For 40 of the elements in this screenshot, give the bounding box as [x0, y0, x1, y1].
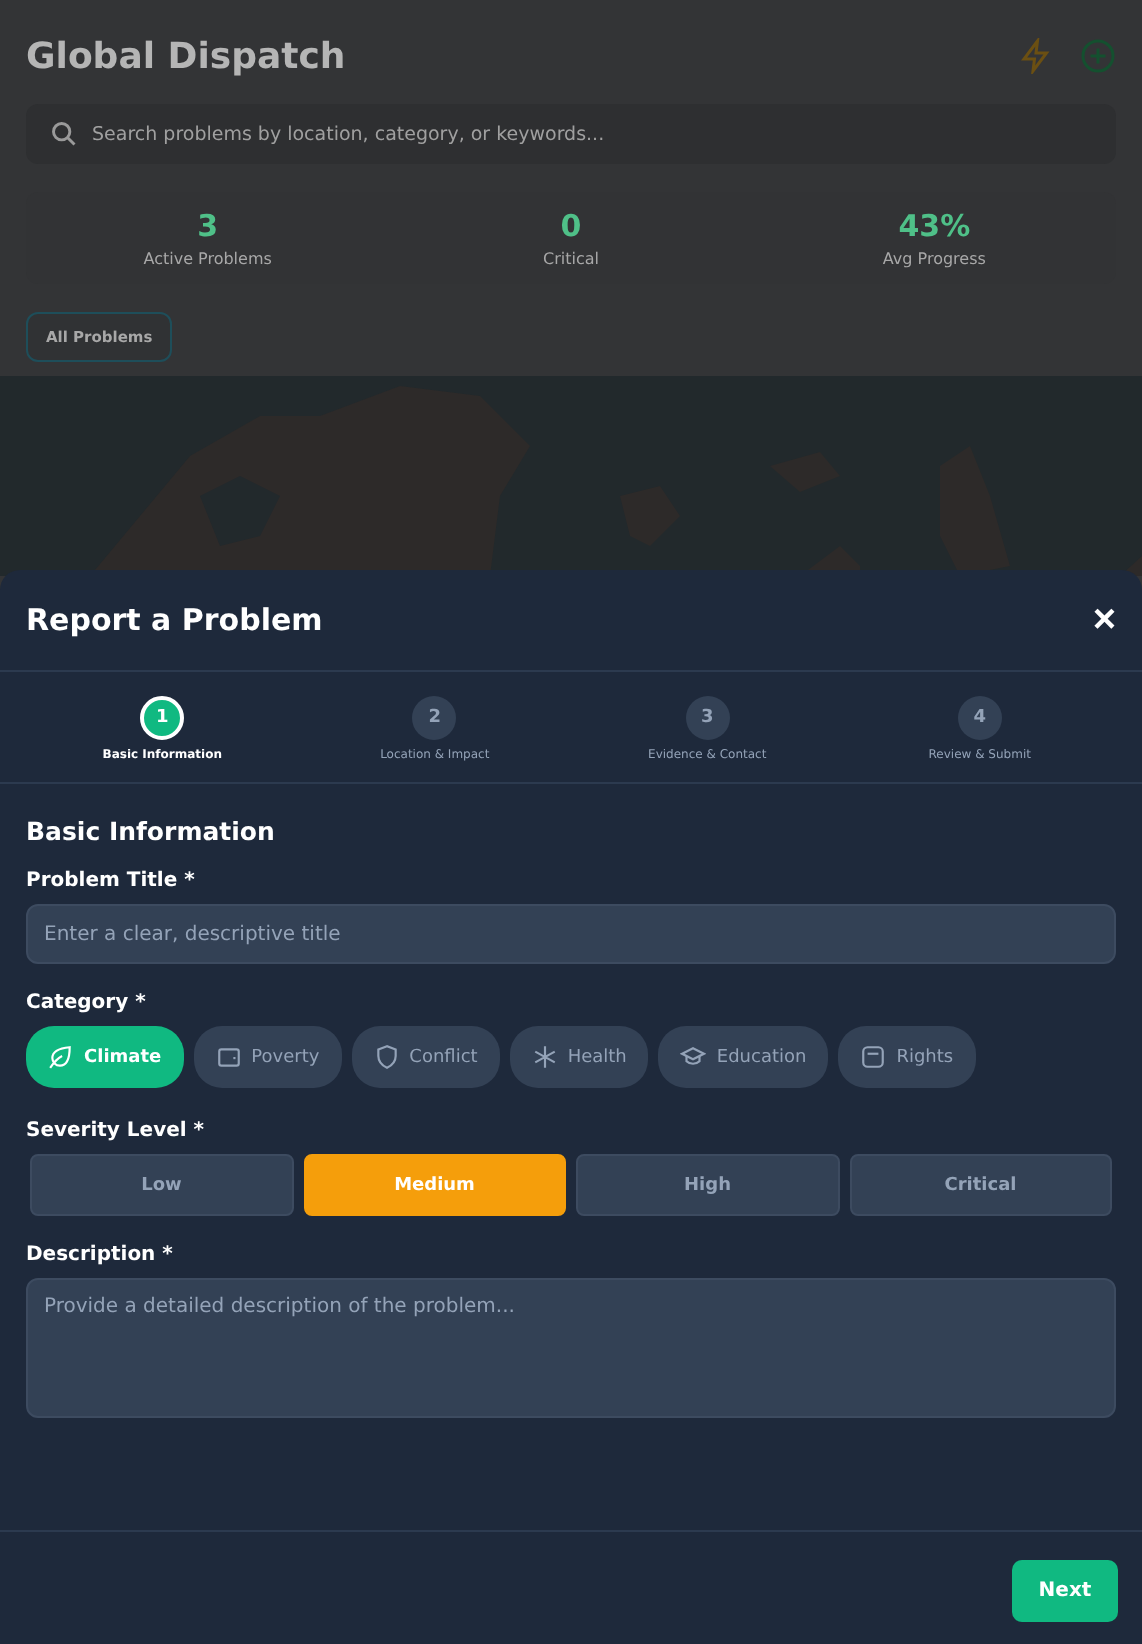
description-field[interactable]: Provide a detailed description of the problem...: [26, 1278, 1116, 1418]
stat-label: Active Problems: [143, 250, 272, 268]
shield-icon: [373, 1044, 400, 1070]
stat-value: 0: [560, 208, 582, 244]
wallet-icon: [215, 1044, 242, 1070]
search-field[interactable]: Search problems by location, category, or keywords...: [26, 104, 1116, 164]
next-button[interactable]: Next: [1012, 1560, 1118, 1622]
step-number: 3: [685, 696, 730, 740]
severity-option[interactable]: Medium: [303, 1154, 566, 1216]
category-chip[interactable]: Conflict: [351, 1026, 500, 1088]
severity-option[interactable]: Critical: [849, 1154, 1112, 1216]
step-number: 4: [957, 696, 1002, 740]
modal-title: Report a Problem: [26, 602, 323, 638]
leaf-icon: [48, 1044, 74, 1070]
app-title: Global Dispatch: [26, 35, 346, 77]
stat-label: Avg Progress: [882, 250, 986, 268]
title-field[interactable]: Enter a clear, descriptive title: [26, 904, 1116, 964]
severity-option[interactable]: High: [576, 1154, 839, 1216]
close-button[interactable]: ×: [1092, 600, 1116, 640]
field-label: Severity Level *: [26, 1120, 207, 1142]
lightning-icon[interactable]: [1018, 38, 1054, 74]
stat-label: Critical: [543, 250, 599, 268]
step-number: 2: [412, 696, 457, 740]
field-label: Problem Title *: [26, 870, 197, 892]
snowflake-icon: [531, 1044, 558, 1070]
stat-value: 43%: [898, 208, 971, 244]
field-label: Description *: [26, 1244, 175, 1266]
add-icon[interactable]: [1080, 38, 1116, 74]
section-title: Basic Information: [26, 816, 277, 846]
search-icon: [50, 120, 78, 148]
category-chip[interactable]: Poverty: [193, 1026, 342, 1088]
field-label: Category *: [26, 992, 148, 1014]
category-chip[interactable]: Education: [658, 1026, 829, 1088]
stat-value: 3: [197, 208, 219, 244]
category-chip[interactable]: Climate: [26, 1026, 184, 1088]
step-number: 1: [140, 696, 185, 740]
graduation-cap-icon: [680, 1044, 707, 1070]
severity-option[interactable]: Low: [30, 1154, 293, 1216]
category-chip[interactable]: Health: [509, 1026, 649, 1088]
category-chip[interactable]: Rights: [838, 1026, 976, 1088]
